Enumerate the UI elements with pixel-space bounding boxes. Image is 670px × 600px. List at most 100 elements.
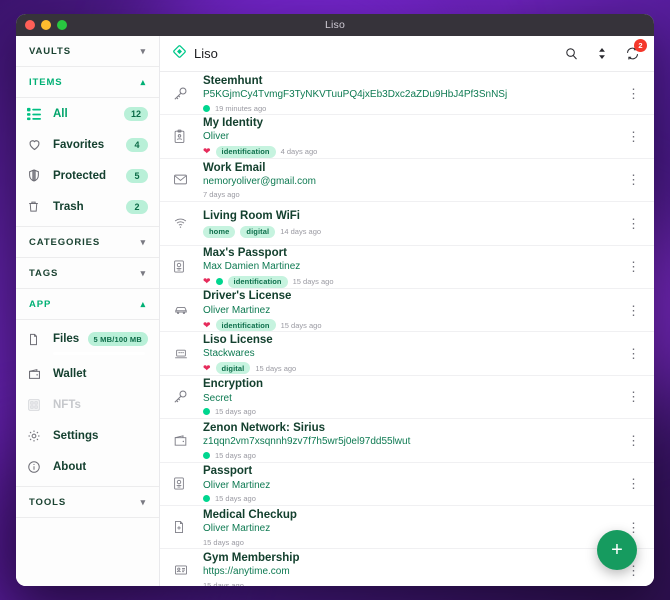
list-item-title: Medical Checkup [203,508,297,521]
sidebar-section-label: VAULTS [29,45,71,57]
window-titlebar: Liso [16,14,654,36]
sidebar-item-label: Settings [53,429,99,442]
row-menu-button[interactable]: ⋮ [622,477,640,490]
list-item[interactable]: Steemhunt P5KGjmCy4TvmgF3TyNKVTuuPQ4jxEb… [160,72,654,116]
list-item-tag[interactable]: identification [227,275,288,288]
list-item-title: Max's Passport [203,246,287,259]
sidebar-section-label: TAGS [29,267,59,279]
list-item[interactable]: Encryption Secret 15 days ago ⋮ [160,376,654,420]
gear-icon [27,429,53,443]
list-item-tag[interactable]: identification [215,145,276,158]
list-item-meta: ❤ identification 4 days ago [203,145,622,158]
sidebar: VAULTS ▾ ITEMS ▴ All 12 Favorites 4 Prot… [16,36,160,586]
row-menu-button[interactable]: ⋮ [622,520,640,533]
chevron-down-icon: ▾ [140,496,146,507]
sidebar-section-items[interactable]: ITEMS ▴ [16,67,159,98]
list-item-content: Medical Checkup Oliver Martinez 15 days … [203,508,622,547]
list-item[interactable]: Driver's License Oliver Martinez ❤ ident… [160,289,654,333]
row-menu-button[interactable]: ⋮ [622,390,640,403]
add-item-fab[interactable]: + [597,530,637,570]
list-item[interactable]: Gym Membership https://anytime.com 15 da… [160,549,654,586]
chevron-down-icon: ▾ [140,267,146,278]
brand: Liso [172,44,564,64]
favorite-heart-icon: ❤ [203,319,211,330]
list-item[interactable]: Work Email nemoryoliver@gmail.com 7 days… [160,159,654,203]
list-item-timestamp: 15 days ago [203,580,244,586]
list-item-title: Living Room WiFi [203,210,300,223]
trash-icon [27,199,53,214]
brand-name: Liso [194,46,218,61]
list-item-content: Steemhunt P5KGjmCy4TvmgF3TyNKVTuuPQ4jxEb… [203,74,622,113]
row-menu-button[interactable]: ⋮ [622,260,640,273]
sidebar-section-app[interactable]: APP ▴ [16,289,159,320]
sort-icon[interactable] [595,46,609,61]
items-list[interactable]: Steemhunt P5KGjmCy4TvmgF3TyNKVTuuPQ4jxEb… [160,72,654,586]
sidebar-section-tools[interactable]: TOOLS ▾ [16,487,159,518]
list-item-content: Living Room WiFi home digital 14 days ag… [203,209,622,238]
protected-dot-icon [215,278,223,286]
list-item-timestamp: 19 minutes ago [215,103,267,113]
list-item-content: Gym Membership https://anytime.com 15 da… [203,551,622,586]
row-menu-button[interactable]: ⋮ [622,87,640,100]
sidebar-section-vaults[interactable]: VAULTS ▾ [16,36,159,67]
nft-grid-icon [27,398,53,412]
sidebar-item-settings[interactable]: Settings [16,420,159,451]
list-item-subtitle: Secret [203,392,232,404]
list-item[interactable]: Zenon Network: Sirius z1qqn2vm7xsqnnh9zv… [160,419,654,463]
row-menu-button[interactable]: ⋮ [622,130,640,143]
wifi-icon [172,216,203,230]
sidebar-item-about[interactable]: About [16,451,159,482]
chevron-down-icon: ▾ [140,45,146,56]
list-item[interactable]: Passport Oliver Martinez 15 days ago ⋮ [160,463,654,506]
list-item[interactable]: Living Room WiFi home digital 14 days ag… [160,202,654,246]
list-item-meta: ❤ identification 15 days ago [203,275,622,288]
sidebar-item-nfts[interactable]: NFTs [16,389,159,420]
list-item-subtitle: P5KGjmCy4TvmgF3TyNKVTuuPQ4jxEb3Dxc2aZDu9… [203,89,508,101]
files-storage-badge: 5 MB/100 MB [87,332,148,346]
car-icon [172,303,203,317]
list-item-meta: 15 days ago [203,538,622,547]
list-item-tag[interactable]: digital [215,362,251,375]
wallet-icon [172,433,203,448]
list-item-tag[interactable]: digital [240,225,276,238]
list-item-subtitle: https://anytime.com [203,566,290,578]
list-item[interactable]: Liso License Stackwares ❤ digital 15 day… [160,332,654,376]
row-menu-button[interactable]: ⋮ [622,173,640,186]
row-menu-button[interactable]: ⋮ [622,304,640,317]
list-item-title: Work Email [203,161,266,174]
sync-icon[interactable]: 2 [625,39,647,61]
sidebar-item-protected[interactable]: Protected 5 [16,160,159,191]
list-item-title: Gym Membership [203,552,300,565]
toolbar: Liso 2 [160,36,654,72]
row-menu-button[interactable]: ⋮ [622,347,640,360]
sidebar-section-tags[interactable]: TAGS ▾ [16,258,159,289]
list-item[interactable]: Max's Passport Max Damien Martinez ❤ ide… [160,246,654,289]
diamond-logo-icon [172,44,187,64]
sidebar-item-wallet[interactable]: Wallet [16,358,159,389]
list-item-tag[interactable]: home [203,225,236,238]
sidebar-item-trash[interactable]: Trash 2 [16,191,159,222]
search-icon[interactable] [564,46,579,61]
row-menu-button[interactable]: ⋮ [622,434,640,447]
favorite-heart-icon: ❤ [203,362,211,373]
list-item[interactable]: Medical Checkup Oliver Martinez 15 days … [160,506,654,550]
favorite-heart-icon: ❤ [203,146,211,157]
main-panel: Liso 2 Steemhunt P5KGjmCy4TvmgF3TyNKVTuu… [160,36,654,586]
sync-badge: 2 [634,39,647,52]
sidebar-section-categories[interactable]: CATEGORIES ▾ [16,227,159,258]
list-item-content: Liso License Stackwares ❤ digital 15 day… [203,333,622,375]
app-window: Liso VAULTS ▾ ITEMS ▴ All 12 Favorites 4… [16,14,654,586]
row-menu-button[interactable]: ⋮ [622,217,640,230]
sidebar-item-count: 12 [123,106,148,121]
chevron-up-icon: ▴ [140,76,146,87]
list-item-title: Driver's License [203,290,292,303]
list-item-subtitle: Oliver Martinez [203,479,271,491]
sidebar-item-all[interactable]: All 12 [16,98,159,129]
key-icon [172,85,203,102]
key-icon [172,388,203,405]
sidebar-item-files[interactable]: Files 5 MB/100 MB [16,320,159,358]
sidebar-item-favorites[interactable]: Favorites 4 [16,129,159,160]
list-item[interactable]: My Identity Oliver ❤ identification 4 da… [160,115,654,159]
list-item-content: Encryption Secret 15 days ago [203,377,622,416]
list-item-tag[interactable]: identification [215,319,276,332]
